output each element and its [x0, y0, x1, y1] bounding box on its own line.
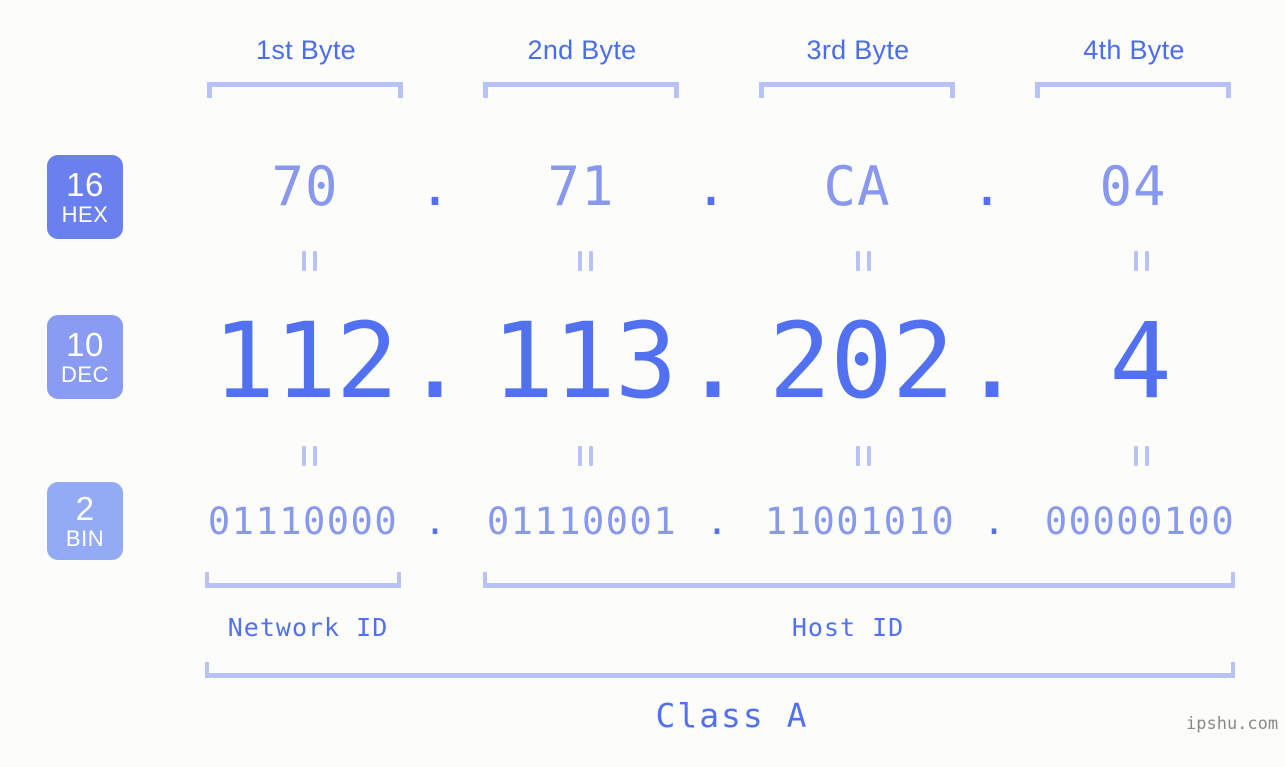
byte-bracket-top-1 [207, 82, 403, 98]
equals-mark-dec-bin-1 [291, 446, 317, 466]
dec-separator-3: . [960, 300, 1024, 422]
base-badge-hex-abbr: HEX [61, 202, 109, 227]
byte-header-label-1: 1st Byte [256, 35, 356, 65]
hex-separator-1: . [418, 155, 452, 218]
bin-byte-value-4: 00000100 [1044, 500, 1236, 543]
hex-separator-3: . [970, 155, 1004, 218]
equals-mark-hex-dec-4 [1123, 251, 1149, 271]
hex-byte-value-2: 71 [547, 155, 615, 218]
ip-byte-breakdown-diagram: 1st Byte 2nd Byte 3rd Byte 4th Byte 16 H… [0, 0, 1285, 767]
base-badge-bin-abbr: BIN [65, 526, 105, 551]
bin-separator-1: . [423, 500, 447, 543]
equals-mark-hex-dec-3 [845, 251, 871, 271]
bin-byte-value-2: 01110001 [486, 500, 678, 543]
hex-byte-value-1: 70 [271, 155, 339, 218]
dec-separator-2: . [681, 300, 745, 422]
network-id-bracket [205, 572, 401, 588]
hex-separator-2: . [694, 155, 728, 218]
base-badge-dec-number: 10 [66, 326, 104, 363]
equals-mark-hex-dec-1 [291, 251, 317, 271]
dec-separator-1: . [403, 300, 467, 422]
class-label: Class A [655, 696, 809, 735]
equals-mark-dec-bin-4 [1123, 446, 1149, 466]
equals-mark-dec-bin-2 [567, 446, 593, 466]
dec-byte-value-1: 112 [212, 300, 399, 422]
bin-byte-value-3: 11001010 [764, 500, 956, 543]
host-id-label: Host ID [791, 613, 905, 642]
byte-bracket-top-2 [483, 82, 679, 98]
base-badge-bin: 2 BIN [47, 482, 123, 560]
host-id-bracket [483, 572, 1235, 588]
base-badge-hex-number: 16 [66, 166, 104, 203]
byte-header-label-2: 2nd Byte [527, 35, 637, 65]
dec-byte-value-4: 4 [1109, 300, 1172, 422]
bin-byte-value-1: 01110000 [207, 500, 399, 543]
byte-header-label-3: 3rd Byte [806, 35, 910, 65]
dec-byte-value-2: 113 [491, 300, 678, 422]
bin-separator-2: . [705, 500, 729, 543]
byte-header-label-4: 4th Byte [1083, 35, 1185, 65]
base-badge-hex: 16 HEX [47, 155, 123, 239]
byte-bracket-top-4 [1035, 82, 1231, 98]
network-id-label: Network ID [227, 613, 389, 642]
base-badge-bin-number: 2 [75, 490, 95, 527]
dec-byte-value-3: 202 [768, 300, 955, 422]
class-bracket [205, 662, 1235, 678]
byte-bracket-top-3 [759, 82, 955, 98]
hex-byte-value-4: 04 [1099, 155, 1167, 218]
bin-separator-3: . [982, 500, 1006, 543]
base-badge-dec-abbr: DEC [61, 362, 109, 387]
site-watermark: ipshu.com [1186, 714, 1279, 734]
base-badge-dec: 10 DEC [47, 315, 123, 399]
hex-byte-value-3: CA [823, 155, 891, 218]
equals-mark-hex-dec-2 [567, 251, 593, 271]
equals-mark-dec-bin-3 [845, 446, 871, 466]
